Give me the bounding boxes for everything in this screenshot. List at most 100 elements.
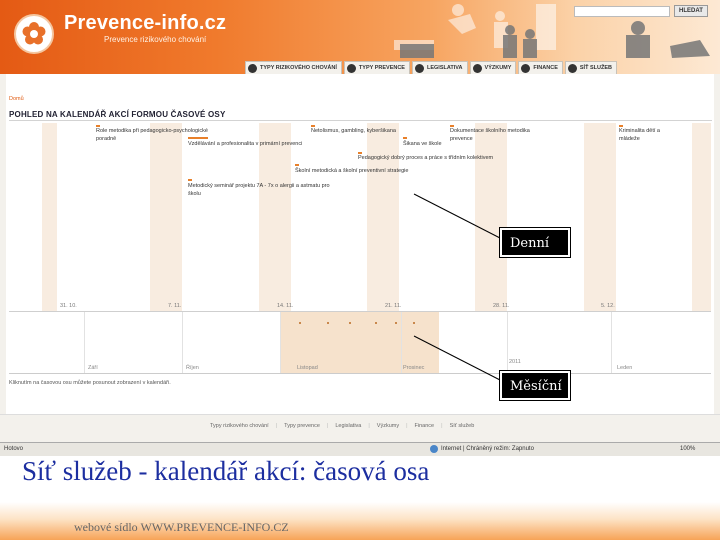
tab-label: VÝZKUMY bbox=[484, 65, 512, 71]
separator: | bbox=[441, 423, 443, 429]
url-prefix: webové sídlo bbox=[74, 520, 138, 534]
month-divider bbox=[84, 312, 85, 373]
event-item[interactable]: Vzdělávání a profesionalita v primární p… bbox=[188, 140, 302, 148]
day-tick-label: 5. 12. bbox=[601, 303, 615, 309]
event-item[interactable]: Kriminalita dětí a mládeže bbox=[619, 127, 660, 143]
browser-status-bar: Hotovo Internet | Chráněný režim: Zapnut… bbox=[0, 442, 720, 456]
event-bar bbox=[188, 179, 192, 181]
weekend-column bbox=[150, 123, 182, 311]
tab-finance[interactable]: FINANCE bbox=[518, 61, 563, 74]
weekend-column bbox=[42, 123, 57, 311]
tab-label: LEGISLATIVA bbox=[426, 65, 463, 71]
day-tick-label: 31. 10. bbox=[60, 303, 77, 309]
separator: | bbox=[368, 423, 370, 429]
tab-typy-rizikoveho-chovani[interactable]: TYPY RIZIKOVÉHO CHOVÁNÍ bbox=[245, 61, 342, 74]
tab-label: TYPY PREVENCE bbox=[358, 65, 405, 71]
event-title-cont: prevence bbox=[450, 136, 473, 142]
weekend-column bbox=[259, 123, 291, 311]
event-marker bbox=[299, 322, 301, 324]
url-text: WWW.PREVENCE-INFO.CZ bbox=[140, 520, 289, 534]
event-bar bbox=[295, 164, 299, 166]
logo-icon[interactable] bbox=[14, 14, 54, 54]
separator: | bbox=[326, 423, 329, 429]
breadcrumb[interactable]: Domů bbox=[9, 96, 24, 102]
daily-timeline[interactable]: Role metodika při pedagogicko-psychologi… bbox=[9, 123, 711, 312]
event-item[interactable]: Školní metodická a školní preventivní st… bbox=[295, 167, 408, 175]
nav-badge-icon bbox=[472, 63, 482, 73]
month-label: Prosinec bbox=[403, 365, 425, 371]
nav-badge-icon bbox=[567, 63, 577, 73]
search-input[interactable] bbox=[574, 6, 670, 17]
weekend-column bbox=[367, 123, 399, 311]
security-zone[interactable]: Internet | Chráněný režim: Zapnuto bbox=[430, 445, 534, 453]
event-title-cont: mládeže bbox=[619, 136, 640, 142]
site-header: Prevence-info.cz Prevence rizikového cho… bbox=[0, 0, 720, 74]
event-title: Metodický seminář projektu 7A - 7x o ale… bbox=[188, 183, 330, 189]
tab-typy-prevence[interactable]: TYPY PREVENCE bbox=[343, 61, 410, 74]
event-marker bbox=[349, 322, 351, 324]
footer-link[interactable]: Typy prevence bbox=[284, 423, 320, 429]
event-title: Dokumentace školního metodika bbox=[450, 128, 530, 134]
event-item[interactable]: Dokumentace školního metodika prevence bbox=[450, 127, 530, 143]
tab-label: FINANCE bbox=[533, 65, 558, 71]
footer-link[interactable]: Výzkumy bbox=[377, 423, 399, 429]
slide-caption: Síť služeb - kalendář akcí: časová osa bbox=[22, 456, 430, 486]
separator: | bbox=[406, 423, 408, 429]
month-label: Říjen bbox=[186, 365, 199, 371]
event-bar bbox=[188, 137, 208, 139]
event-title-cont: školu bbox=[188, 191, 201, 197]
zoom-level[interactable]: 100% bbox=[680, 446, 695, 452]
nav-badge-icon bbox=[521, 63, 531, 73]
event-marker bbox=[327, 322, 329, 324]
logo-subtitle: Prevence rizikového chování bbox=[104, 35, 207, 44]
timeline-hint: Kliknutím na časovou osu můžete posunout… bbox=[9, 380, 171, 386]
tab-legislativa[interactable]: LEGISLATIVA bbox=[411, 61, 468, 74]
monthly-timeline[interactable]: Září Říjen Listopad Prosinec 2011 Leden bbox=[9, 312, 711, 374]
footer-link[interactable]: Finance bbox=[415, 423, 435, 429]
divider bbox=[9, 120, 712, 121]
footer-link[interactable]: Síť služeb bbox=[450, 423, 475, 429]
footer-link[interactable]: Typy rizikového chování bbox=[210, 423, 269, 429]
slide-site-url: webové sídlo WWW.PREVENCE-INFO.CZ bbox=[74, 520, 289, 535]
weekend-column bbox=[475, 123, 507, 311]
weekend-column bbox=[584, 123, 616, 311]
logo-text[interactable]: Prevence-info.cz bbox=[64, 12, 226, 35]
day-tick-label: 14. 11. bbox=[277, 303, 294, 309]
event-title: Role metodika při pedagogicko-psychologi… bbox=[96, 128, 208, 134]
month-divider bbox=[401, 312, 402, 373]
event-title: Netolismus, gambling, kyberšikana bbox=[311, 128, 396, 134]
day-tick-label: 21. 11. bbox=[385, 303, 402, 309]
year-label: 2011 bbox=[509, 359, 521, 365]
site-footer: Typy rizikového chování | Typy prevence | … bbox=[0, 414, 720, 442]
event-title: Školní metodická a školní preventivní st… bbox=[295, 168, 409, 174]
search-button[interactable]: HLEDAT bbox=[674, 5, 708, 17]
tab-vyzkumy[interactable]: VÝZKUMY bbox=[469, 61, 517, 74]
event-item[interactable]: Metodický seminář projektu 7A - 7x o ale… bbox=[188, 182, 330, 198]
event-bar bbox=[403, 137, 407, 139]
nav-badge-icon bbox=[346, 63, 356, 73]
month-divider bbox=[280, 312, 281, 373]
zone-label: Internet | Chráněný režim: Zapnuto bbox=[441, 446, 534, 452]
tab-label: TYPY RIZIKOVÉHO CHOVÁNÍ bbox=[260, 65, 337, 71]
event-item[interactable]: Netolismus, gambling, kyberšikana bbox=[311, 127, 396, 135]
footer-link[interactable]: Legislativa bbox=[335, 423, 361, 429]
globe-icon bbox=[430, 445, 438, 453]
month-divider bbox=[182, 312, 183, 373]
nav-badge-icon bbox=[248, 63, 257, 73]
nav-badge-icon bbox=[414, 63, 424, 73]
month-divider bbox=[611, 312, 612, 373]
day-tick-label: 7. 11. bbox=[168, 303, 182, 309]
status-text: Hotovo bbox=[4, 446, 24, 452]
event-marker bbox=[413, 322, 415, 324]
day-tick-label: 28. 11. bbox=[493, 303, 510, 309]
event-title: Kriminalita dětí a bbox=[619, 128, 660, 134]
month-label: Listopad bbox=[297, 365, 318, 371]
event-item[interactable]: Šikana ve škole bbox=[403, 140, 442, 148]
event-marker bbox=[375, 322, 377, 324]
tab-sit-sluzeb[interactable]: SÍŤ SLUŽEB bbox=[564, 61, 617, 74]
event-title: Vzdělávání a profesionalita v primární p… bbox=[188, 141, 303, 147]
callout-daily: Denní bbox=[499, 227, 571, 258]
footer-links: Typy rizikového chování | Typy prevence | … bbox=[210, 423, 474, 429]
event-item[interactable]: Pedagogický dobrý proces a práce s třídn… bbox=[358, 154, 493, 162]
callout-monthly: Měsíční bbox=[499, 370, 571, 401]
